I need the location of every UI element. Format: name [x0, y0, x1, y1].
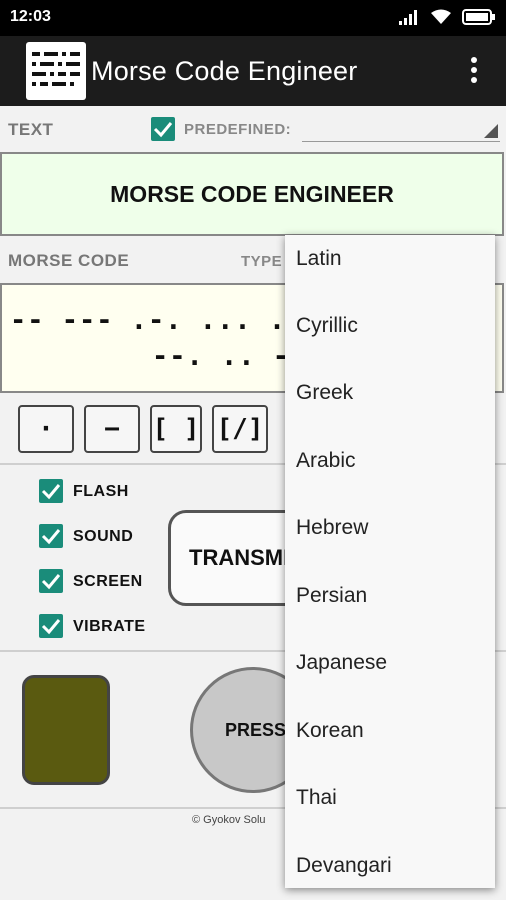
dropdown-item-japanese[interactable]: Japanese: [296, 651, 387, 675]
sound-label: SOUND: [73, 528, 134, 545]
dropdown-item-persian[interactable]: Persian: [296, 584, 367, 608]
wifi-icon: [431, 9, 451, 24]
cell-signal-icon: [399, 10, 417, 25]
dropdown-item-latin[interactable]: Latin: [296, 247, 342, 271]
status-icons: [398, 9, 496, 25]
battery-icon: [462, 9, 495, 25]
alphabet-dropdown-menu: Latin Cyrillic Greek Arabic Hebrew Persi…: [285, 235, 495, 888]
dropdown-item-cyrillic[interactable]: Cyrillic: [296, 314, 358, 338]
predefined-checkbox[interactable]: [151, 117, 175, 141]
dot-key-button[interactable]: ·: [18, 405, 74, 453]
vibrate-label: VIBRATE: [73, 618, 146, 635]
status-bar: 12:03: [0, 0, 506, 36]
status-time: 12:03: [10, 8, 51, 25]
predefined-label: PREDEFINED:: [184, 121, 292, 138]
app-logo-icon: [26, 42, 86, 100]
text-input[interactable]: MORSE CODE ENGINEER: [0, 152, 504, 236]
dropdown-item-devangari[interactable]: Devangari: [296, 854, 392, 878]
screen-label: SCREEN: [73, 573, 143, 590]
morse-code-label: MORSE CODE: [8, 251, 130, 270]
dropdown-item-thai[interactable]: Thai: [296, 786, 337, 810]
dash-key-button[interactable]: −: [84, 405, 140, 453]
space-key-button[interactable]: [ ]: [150, 405, 202, 453]
app-title: Morse Code Engineer: [91, 56, 358, 86]
signal-lamp: [22, 675, 110, 785]
spinner-arrow-icon: [484, 124, 498, 138]
dropdown-item-hebrew[interactable]: Hebrew: [296, 516, 368, 540]
sound-checkbox[interactable]: [39, 524, 63, 548]
app-bar: Morse Code Engineer: [0, 36, 506, 106]
overflow-menu-icon[interactable]: [462, 54, 486, 88]
vibrate-checkbox[interactable]: [39, 614, 63, 638]
text-label: TEXT: [8, 120, 54, 139]
predefined-spinner[interactable]: [302, 116, 500, 142]
footer-copyright: © Gyokov Solu: [192, 814, 266, 826]
word-space-key-button[interactable]: [/]: [212, 405, 268, 453]
flash-label: FLASH: [73, 483, 129, 500]
dropdown-item-korean[interactable]: Korean: [296, 719, 364, 743]
flash-checkbox[interactable]: [39, 479, 63, 503]
dropdown-item-arabic[interactable]: Arabic: [296, 449, 356, 473]
dropdown-item-greek[interactable]: Greek: [296, 381, 353, 405]
type-label: TYPE: [241, 253, 283, 270]
screen-checkbox[interactable]: [39, 569, 63, 593]
